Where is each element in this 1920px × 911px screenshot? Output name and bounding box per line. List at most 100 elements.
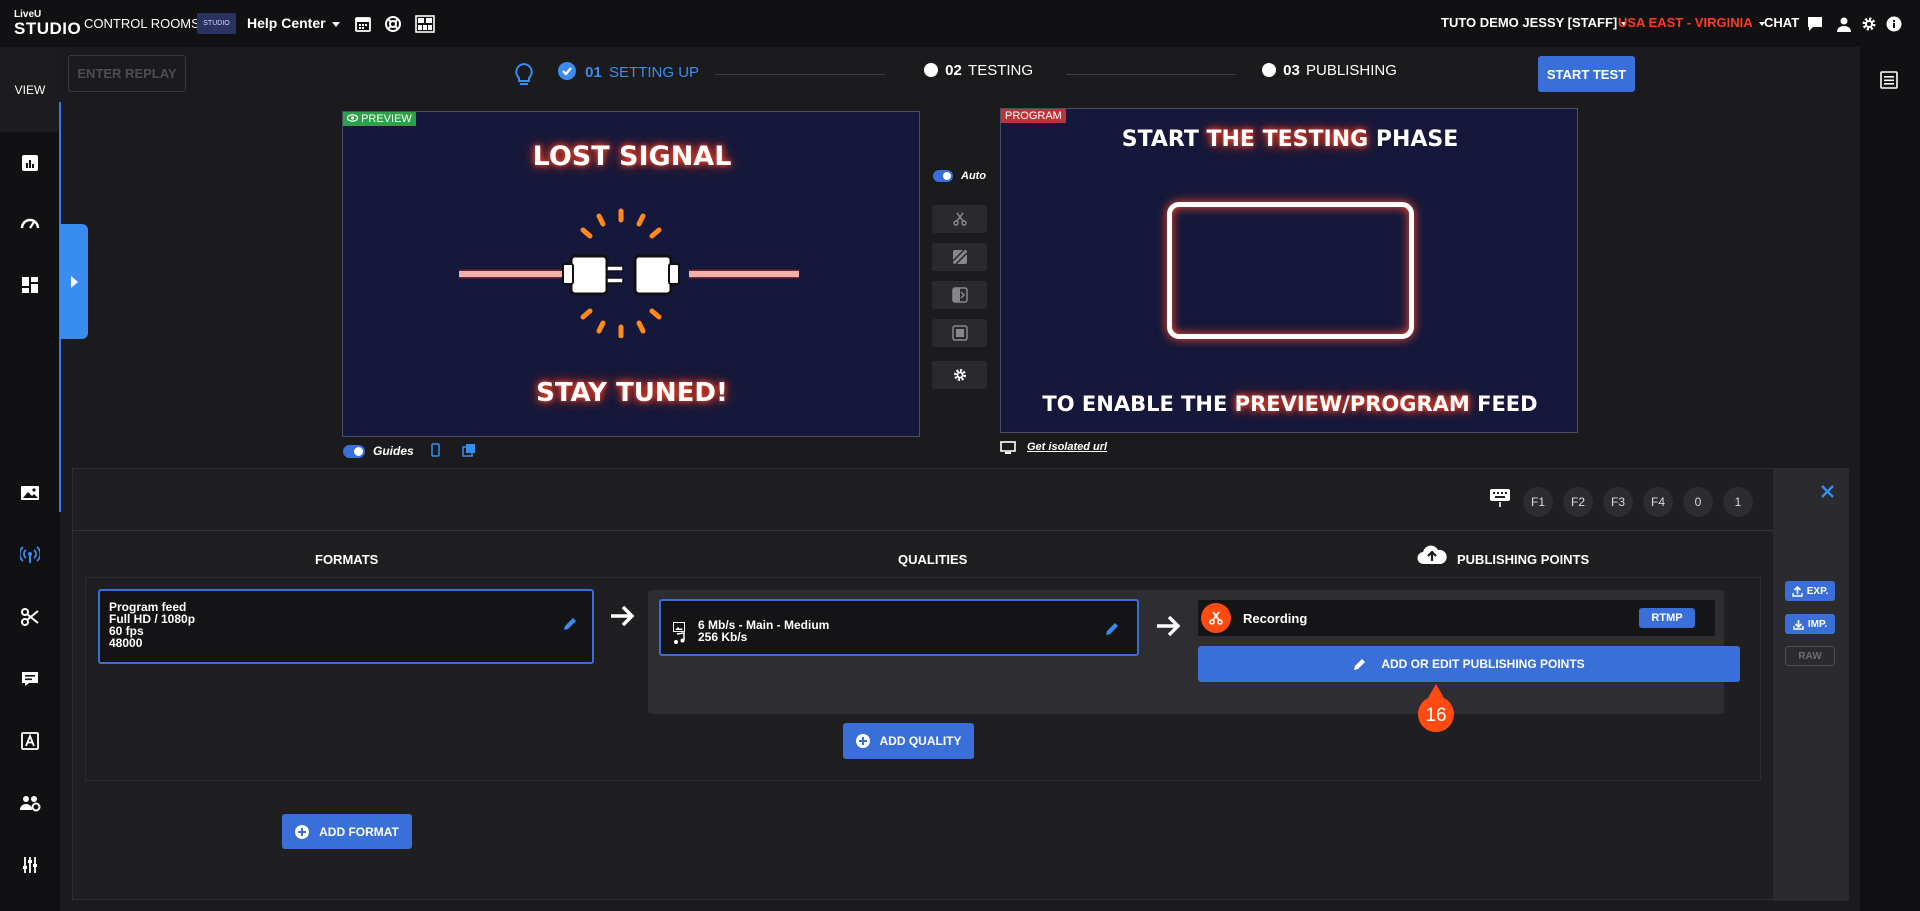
view-tab[interactable]: VIEW	[0, 47, 60, 132]
user-icon[interactable]	[1834, 14, 1854, 34]
scissors-icon[interactable]	[18, 605, 42, 629]
push-icon	[951, 325, 968, 341]
download-icon	[1793, 619, 1804, 630]
wipe-transition-button[interactable]	[932, 281, 987, 309]
step-setting-up[interactable]: 01 SETTING UP	[558, 62, 699, 81]
qualities-header: QUALITIES	[898, 552, 968, 567]
top-bar: LiveU STUDIO CONTROL ROOMS STUDIO Help C…	[0, 0, 1920, 47]
users-gear-icon[interactable]	[18, 791, 42, 815]
chevron-right-icon	[71, 275, 78, 288]
gear-icon[interactable]	[1859, 14, 1879, 34]
quality-card[interactable]: 6 Mb/s - Main - Medium 256 Kb/s	[659, 599, 1139, 656]
user-menu[interactable]: TUTO DEMO JESSY [STAFF]	[1441, 15, 1628, 30]
subtitles-icon[interactable]	[18, 667, 42, 691]
calendar-icon[interactable]	[353, 14, 373, 34]
hotkey-f2[interactable]: F2	[1563, 487, 1593, 517]
wipe-icon	[951, 287, 968, 303]
publishing-point-row[interactable]: Recording RTMP	[1198, 600, 1715, 636]
hotkey-f1[interactable]: F1	[1523, 487, 1553, 517]
step-dot-icon	[924, 63, 938, 77]
control-rooms-link[interactable]: CONTROL ROOMS	[84, 16, 200, 31]
push-transition-button[interactable]	[932, 319, 987, 347]
recording-icon	[1201, 603, 1231, 633]
side-tools-panel: EXP. IMP. RAW	[1773, 469, 1849, 901]
arrow-right-icon	[609, 604, 635, 635]
isolated-url-link[interactable]: Get isolated url	[1027, 441, 1107, 453]
protocol-badge: RTMP	[1639, 608, 1695, 628]
fade-icon	[951, 249, 968, 265]
program-footer-text: TO ENABLE THE PREVIEW/PROGRAM FEED	[1042, 392, 1538, 416]
preview-monitor[interactable]: PREVIEW LOST SIGNAL STAY TUNED!	[342, 111, 920, 437]
add-format-button[interactable]: ADD FORMAT	[282, 814, 412, 849]
cut-transition-button[interactable]	[932, 205, 987, 233]
keyboard-icon[interactable]	[1489, 488, 1511, 513]
text-icon[interactable]	[18, 729, 42, 753]
region-selector[interactable]: USA EAST - VIRGINIA	[1618, 15, 1765, 30]
copy-window-icon[interactable]	[462, 443, 476, 462]
step-publishing[interactable]: 03 PUBLISHING	[1262, 62, 1397, 79]
quality-audio-spec: 256 Kb/s	[698, 630, 748, 644]
chat-bubble-icon[interactable]	[1805, 14, 1825, 34]
preview-tag: PREVIEW	[343, 112, 416, 126]
sliders-icon[interactable]	[18, 853, 42, 877]
plus-circle-icon	[855, 734, 870, 748]
step-testing[interactable]: 02 TESTING	[924, 62, 1033, 79]
import-button[interactable]: IMP.	[1785, 614, 1835, 634]
hotkey-f3[interactable]: F3	[1603, 487, 1633, 517]
pencil-icon[interactable]	[562, 616, 578, 637]
multiview-icon[interactable]	[415, 14, 435, 34]
start-test-button[interactable]: START TEST	[1538, 56, 1635, 92]
gear-icon	[953, 369, 966, 381]
music-note-icon	[673, 631, 685, 649]
step-connector	[715, 74, 885, 75]
hotkey-0[interactable]: 0	[1683, 487, 1713, 517]
layout-grid-icon[interactable]	[18, 273, 42, 297]
toggle-switch	[343, 444, 365, 458]
add-quality-button[interactable]: ADD QUALITY	[843, 723, 974, 759]
panel-list-icon[interactable]	[1880, 71, 1898, 94]
publishing-points-header: PUBLISHING POINTS	[1457, 552, 1590, 567]
upload-icon	[1792, 585, 1803, 597]
cloud-upload-icon	[1417, 544, 1447, 571]
format-audio-rate: 48000	[109, 636, 143, 650]
eye-icon	[346, 114, 359, 122]
dashboard-gauge-icon[interactable]	[18, 211, 42, 235]
lightbulb-icon[interactable]	[513, 62, 535, 93]
unplugged-cable-icon	[459, 208, 799, 338]
publishing-point-name: Recording	[1243, 611, 1308, 626]
chevron-down-icon	[331, 21, 340, 27]
mobile-icon[interactable]	[431, 443, 440, 462]
export-button[interactable]: EXP.	[1785, 581, 1835, 601]
step-dot-icon	[1262, 63, 1276, 77]
scissors-icon	[952, 212, 967, 226]
chat-label[interactable]: CHAT	[1764, 15, 1799, 30]
switcher-settings-button[interactable]	[932, 361, 987, 389]
pencil-icon[interactable]	[1104, 621, 1120, 642]
program-monitor[interactable]: PROGRAM START THE TESTING PHASE TO ENABL…	[1000, 108, 1578, 433]
arrow-right-icon	[1155, 614, 1181, 645]
hotkey-f4[interactable]: F4	[1643, 487, 1673, 517]
help-center-selector[interactable]: Help Center	[247, 15, 340, 31]
liveu-studio-logo[interactable]: LiveU STUDIO	[14, 10, 81, 38]
add-or-edit-publishing-points-button[interactable]: ADD OR EDIT PUBLISHING POINTS	[1198, 646, 1740, 682]
image-icon[interactable]	[18, 481, 42, 505]
broadcast-icon[interactable]	[18, 543, 42, 567]
sidebar-expand-button[interactable]	[60, 224, 88, 339]
check-circle-icon	[558, 62, 576, 80]
close-icon[interactable]	[1821, 485, 1834, 503]
program-tag: PROGRAM	[1001, 109, 1066, 123]
guides-toggle[interactable]: Guides	[343, 444, 414, 458]
left-sidebar: VIEW	[0, 47, 61, 911]
right-sidebar	[1860, 47, 1920, 911]
chart-icon[interactable]	[18, 151, 42, 175]
stay-tuned-text: STAY TUNED!	[536, 378, 728, 408]
hotkey-1[interactable]: 1	[1723, 487, 1753, 517]
fade-transition-button[interactable]	[932, 243, 987, 271]
toggle-switch	[933, 170, 953, 182]
info-icon[interactable]	[1884, 14, 1904, 34]
auto-toggle[interactable]: Auto	[933, 170, 986, 182]
raw-button[interactable]: RAW	[1785, 646, 1835, 666]
format-card[interactable]: Program feed Full HD / 1080p 60 fps 4800…	[98, 589, 594, 664]
enter-replay-button[interactable]: ENTER REPLAY	[68, 55, 186, 92]
lifebuoy-icon[interactable]	[383, 14, 403, 34]
